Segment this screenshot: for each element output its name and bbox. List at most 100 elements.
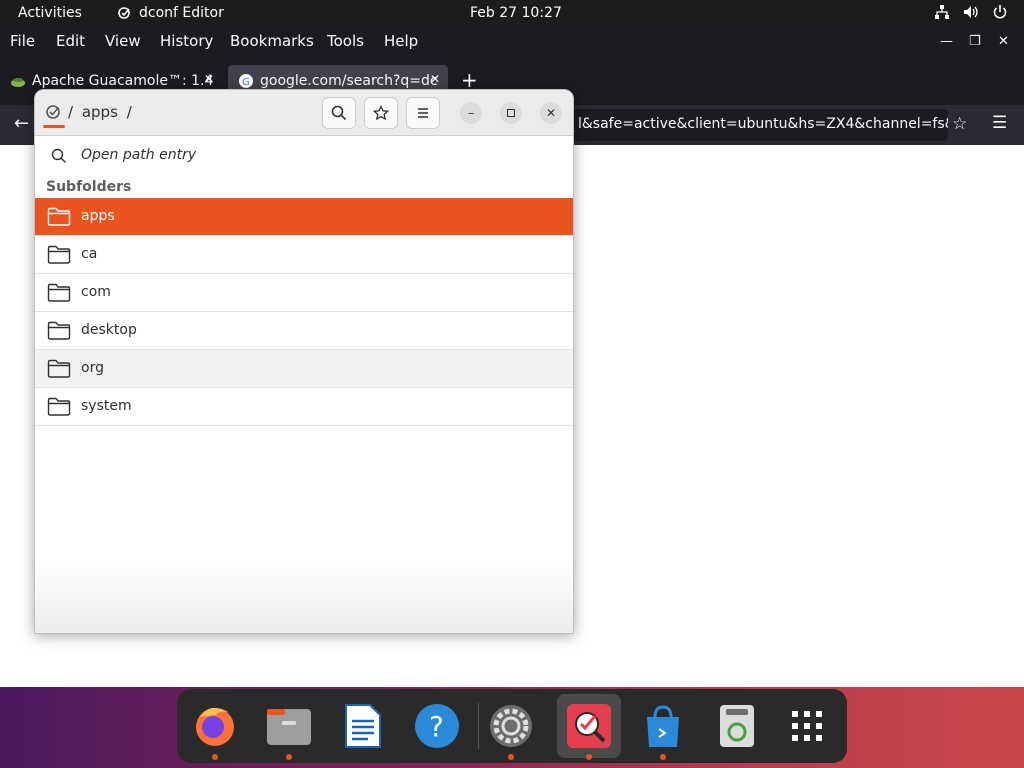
- firefox-icon: [196, 707, 234, 746]
- dock-dconf-editor[interactable]: [557, 694, 621, 760]
- folder-label: desktop: [81, 322, 137, 338]
- folder-label: ca: [81, 246, 98, 262]
- folder-icon: [47, 283, 71, 302]
- app-grid-icon: [792, 711, 822, 741]
- menu-file[interactable]: File: [10, 32, 35, 50]
- hamburger-icon: [418, 108, 428, 118]
- folder-icon: [47, 207, 71, 226]
- trash-icon: [720, 705, 754, 747]
- app-name-label: dconf Editor: [139, 5, 224, 21]
- menu-history[interactable]: History: [160, 32, 213, 50]
- menu-edit[interactable]: Edit: [56, 32, 85, 50]
- star-icon: [373, 105, 389, 121]
- window-minimize-button[interactable]: –: [460, 102, 482, 124]
- main-menu-button[interactable]: [406, 97, 440, 129]
- bookmarks-button[interactable]: [364, 97, 398, 129]
- bookmark-star-icon[interactable]: ☆: [952, 114, 967, 134]
- software-icon: [647, 705, 679, 747]
- dock-software[interactable]: [631, 694, 695, 760]
- list-item[interactable]: system: [35, 388, 573, 426]
- dconf-root-icon[interactable]: [45, 103, 63, 121]
- clock[interactable]: Feb 27 10:27: [470, 5, 562, 21]
- folder-label: com: [81, 284, 111, 300]
- activities-button[interactable]: Activities: [18, 5, 82, 21]
- folder-list: apps ca com desktop org system: [35, 198, 573, 426]
- dock-separator: [478, 703, 479, 749]
- minimize-icon: –: [468, 106, 474, 120]
- search-icon: [51, 148, 66, 163]
- search-button[interactable]: [322, 97, 356, 129]
- list-item[interactable]: com: [35, 274, 573, 312]
- dock-app-grid[interactable]: [775, 694, 839, 758]
- search-icon: [331, 105, 347, 121]
- breadcrumb-separator: /: [126, 103, 132, 121]
- dock-files[interactable]: [257, 694, 321, 760]
- folder-icon: [47, 321, 71, 340]
- maximize-icon: [507, 109, 515, 117]
- firefox-menubar: File Edit View History Bookmarks Tools H…: [0, 27, 1024, 57]
- files-icon: [267, 709, 311, 745]
- list-item[interactable]: org: [35, 350, 573, 388]
- breadcrumb-apps[interactable]: apps: [82, 103, 118, 121]
- system-tray[interactable]: [934, 4, 1008, 20]
- tab-title: google.com/search?q=dc: [260, 73, 438, 89]
- tab-close-icon[interactable]: ✕: [204, 72, 214, 86]
- dconf-app-icon: [118, 7, 130, 19]
- dock-writer[interactable]: [331, 694, 395, 758]
- google-favicon: G: [239, 74, 253, 88]
- root-active-indicator: [43, 125, 65, 128]
- minimize-icon[interactable]: —: [940, 34, 953, 49]
- help-icon: ?: [415, 704, 459, 748]
- power-icon: [993, 5, 1007, 19]
- menu-bookmarks[interactable]: Bookmarks: [230, 32, 314, 50]
- hamburger-menu-icon[interactable]: ☰: [992, 113, 1007, 133]
- list-bottom-fade: [35, 563, 573, 633]
- folder-icon: [47, 359, 71, 378]
- volume-icon: [964, 6, 978, 18]
- menu-help[interactable]: Help: [384, 32, 418, 50]
- folder-icon: [47, 245, 71, 264]
- running-indicator: [212, 754, 218, 760]
- menu-tools[interactable]: Tools: [327, 32, 364, 50]
- tab-close-icon[interactable]: ✕: [430, 72, 440, 86]
- dock-trash[interactable]: [705, 694, 769, 758]
- running-indicator: [586, 754, 592, 760]
- path-entry-placeholder: Open path entry: [81, 147, 197, 163]
- breadcrumb-separator: /: [68, 103, 74, 121]
- back-arrow-icon[interactable]: ←: [14, 113, 29, 134]
- path-entry-row[interactable]: Open path entry: [35, 136, 573, 176]
- dconf-editor-icon: [567, 704, 611, 748]
- svg-text:G: G: [242, 77, 250, 88]
- app-menu[interactable]: dconf Editor: [117, 5, 224, 21]
- restore-icon[interactable]: ❐: [969, 34, 981, 49]
- folder-label: system: [81, 398, 132, 414]
- dock-help[interactable]: ?: [405, 694, 469, 758]
- running-indicator: [660, 754, 666, 760]
- network-icon: [935, 5, 949, 19]
- dock-firefox[interactable]: [183, 694, 247, 760]
- running-indicator: [508, 754, 514, 760]
- guacamole-favicon: [11, 78, 25, 87]
- folder-label: apps: [81, 208, 115, 224]
- list-item[interactable]: ca: [35, 236, 573, 274]
- folder-label: org: [81, 360, 104, 376]
- list-item[interactable]: desktop: [35, 312, 573, 350]
- dock: ?: [177, 689, 847, 763]
- breadcrumb: / apps /: [68, 103, 132, 121]
- url-text: l&safe=active&client=ubuntu&hs=ZX4&chann…: [578, 116, 948, 132]
- window-maximize-button[interactable]: [500, 102, 522, 124]
- close-icon: ✕: [545, 106, 557, 120]
- close-icon[interactable]: ✕: [998, 34, 1009, 49]
- dock-settings[interactable]: [479, 694, 543, 760]
- menu-view[interactable]: View: [105, 32, 141, 50]
- tab-title: Apache Guacamole™: 1.4: [32, 73, 214, 89]
- folder-icon: [47, 397, 71, 416]
- dconf-editor-window: / apps / – ✕ Open path entry Subfolders …: [34, 89, 574, 634]
- header-bar: / apps / – ✕: [35, 90, 573, 136]
- section-title: Subfolders: [46, 179, 132, 195]
- running-indicator: [286, 754, 292, 760]
- writer-icon: [345, 704, 381, 748]
- window-close-button[interactable]: ✕: [540, 102, 562, 124]
- svg-text:?: ?: [429, 710, 444, 743]
- list-item[interactable]: apps: [35, 198, 573, 236]
